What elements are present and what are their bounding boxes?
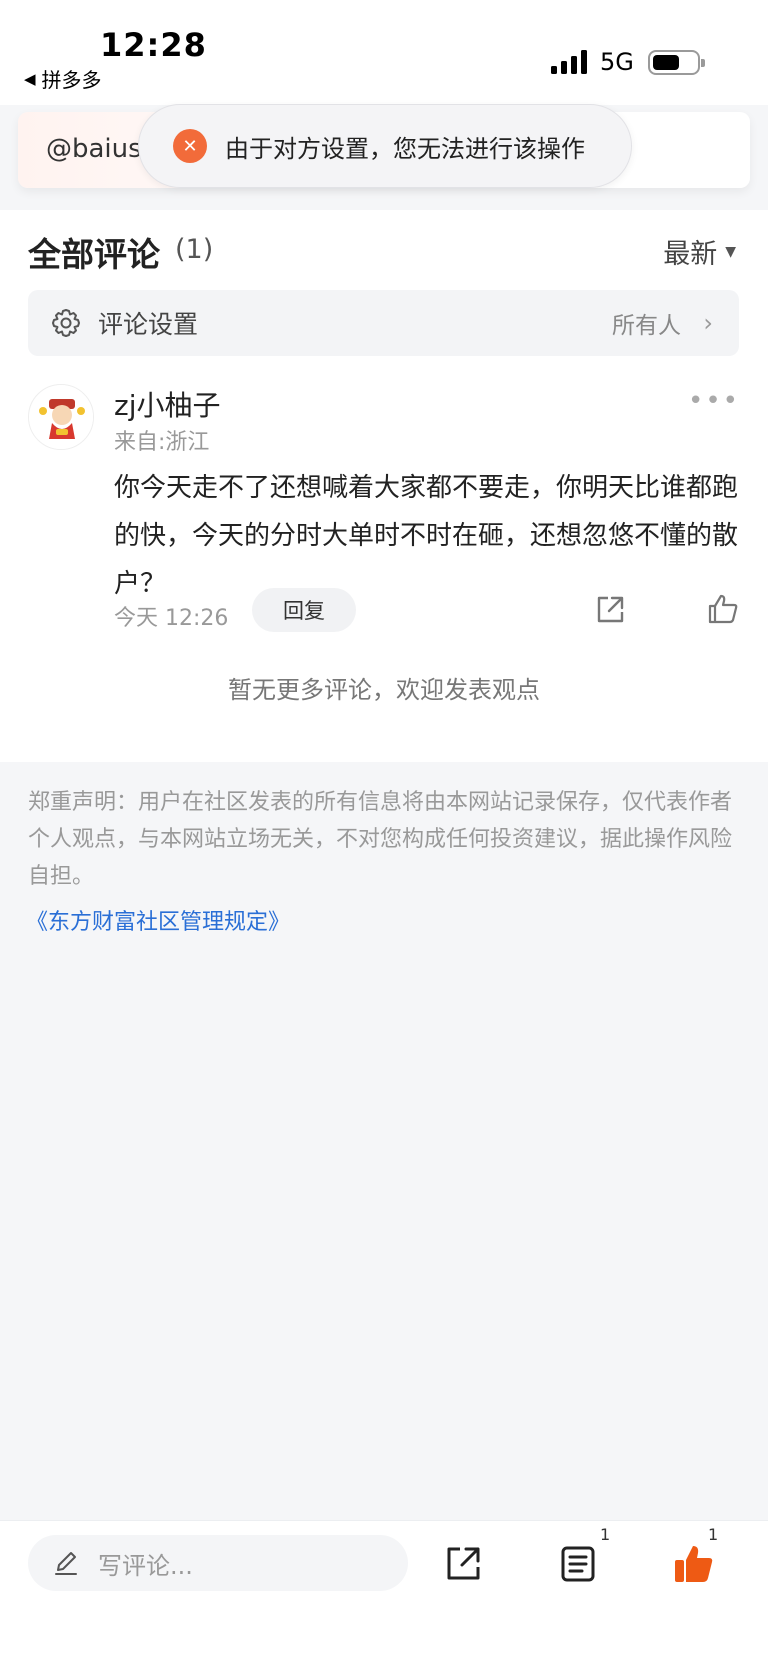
more-options-icon[interactable]: ••• xyxy=(688,386,740,416)
like-button[interactable] xyxy=(672,1543,714,1585)
status-time: 12:28 xyxy=(100,26,207,64)
comment-location: 来自:浙江 xyxy=(114,430,210,455)
share-icon[interactable] xyxy=(594,594,626,626)
like-count-badge: 1 xyxy=(708,1525,719,1544)
avatar-icon xyxy=(29,385,93,449)
gear-icon xyxy=(52,309,80,337)
status-bar: 12:28 ◀ 拼多多 5G xyxy=(0,0,768,105)
back-app-label: 拼多多 xyxy=(41,68,102,92)
comments-title: 全部评论 xyxy=(28,235,160,274)
sort-dropdown[interactable]: 最新 ▼ xyxy=(663,232,736,271)
disclaimer-text: 郑重声明：用户在社区发表的所有信息将由本网站记录保存，仅代表作者个人观点，与本网… xyxy=(28,790,733,889)
comment-settings-label: 评论设置 xyxy=(98,310,199,339)
signal-icon xyxy=(551,50,587,74)
comment-settings-value: 所有人 xyxy=(612,313,681,339)
community-rules-link[interactable]: 《东方财富社区管理规定》 xyxy=(26,904,290,936)
back-arrow-icon: ◀ xyxy=(24,69,36,88)
thumbs-up-icon[interactable] xyxy=(706,592,740,626)
network-type: 5G xyxy=(600,48,634,76)
comment-settings-row[interactable]: 评论设置 所有人 › xyxy=(28,290,739,356)
share-button[interactable] xyxy=(444,1545,482,1583)
comment-input[interactable]: 写评论... xyxy=(28,1535,408,1591)
reply-button[interactable]: 回复 xyxy=(252,588,356,632)
back-to-app-link[interactable]: ◀ 拼多多 xyxy=(24,64,102,93)
banner-text: @baius xyxy=(46,134,142,164)
comments-count: (1) xyxy=(175,234,214,265)
sort-label: 最新 xyxy=(663,239,718,270)
toast-message: 由于对方设置，您无法进行该操作 xyxy=(225,134,585,163)
no-more-comments: 暂无更多评论，欢迎发表观点 xyxy=(228,676,540,704)
error-toast: ✕ 由于对方设置，您无法进行该操作 xyxy=(138,104,632,188)
chevron-right-icon: › xyxy=(703,309,713,337)
comment-time: 今天 12:26 xyxy=(114,606,229,631)
avatar[interactable] xyxy=(28,384,94,450)
comment-input-placeholder: 写评论... xyxy=(98,1551,193,1580)
caret-down-icon: ▼ xyxy=(725,243,736,260)
comments-panel: 全部评论 (1) 最新 ▼ 评论设置 所有人 › zj小柚子 来自:浙江 •••… xyxy=(0,210,768,762)
comments-count-badge: 1 xyxy=(600,1525,611,1544)
battery-icon xyxy=(648,50,705,75)
close-icon: ✕ xyxy=(173,129,207,163)
pencil-icon xyxy=(55,1552,77,1575)
comment-username[interactable]: zj小柚子 xyxy=(114,384,220,424)
comments-list-button[interactable] xyxy=(560,1545,596,1583)
comment-text: 你今天走不了还想喊着大家都不要走，你明天比谁都跑的快，今天的分时大单时不时在砸，… xyxy=(114,473,739,599)
bottom-action-bar: 写评论... 1 1 xyxy=(0,1520,768,1670)
